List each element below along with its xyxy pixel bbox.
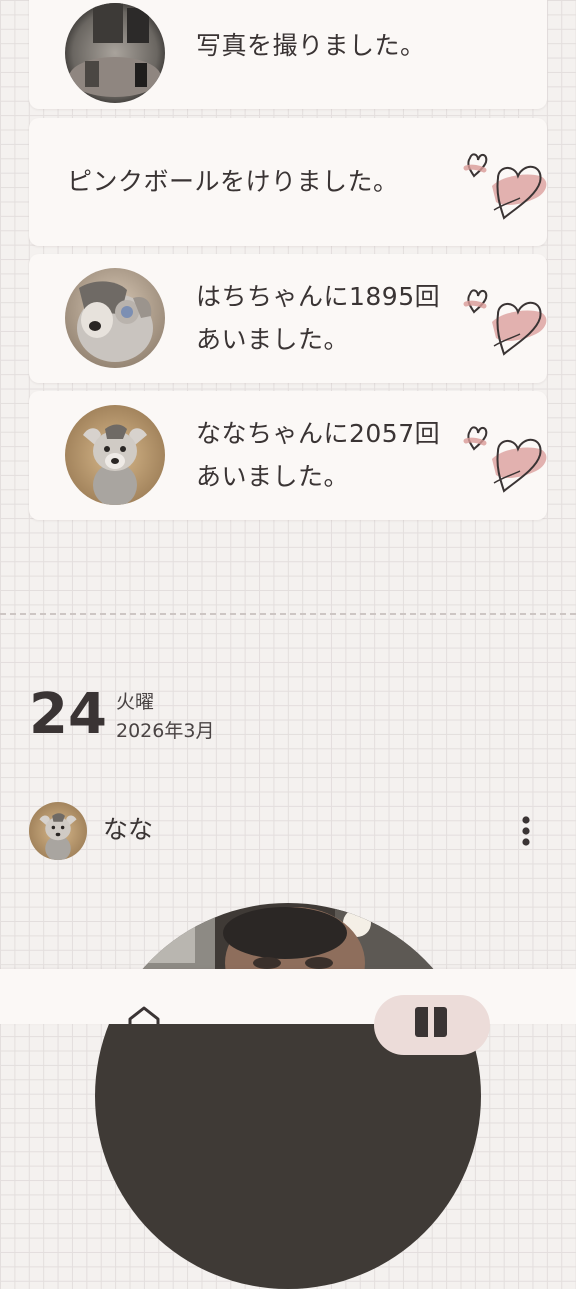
activity-card-ball[interactable]: ピンクボールをけりました。	[29, 118, 547, 246]
day-divider	[0, 613, 576, 615]
card-text: ピンクボールをけりました。	[67, 167, 399, 196]
card-text: 写真を撮りました。	[196, 31, 426, 60]
date-weekday: 火曜	[116, 691, 155, 713]
hearts-icon	[463, 289, 547, 356]
dog-avatar-hachi[interactable]	[65, 268, 165, 368]
nav-home-button[interactable]	[116, 969, 172, 1024]
author-avatar[interactable]	[29, 802, 87, 860]
more-options-button[interactable]	[510, 810, 542, 852]
date-month: 2026年3月	[116, 720, 215, 742]
activity-card-hachi[interactable]: はちちゃんに1895回 あいました。	[29, 254, 547, 383]
activity-card-photo[interactable]: 写真を撮りました。	[29, 0, 547, 109]
nav-diary-button[interactable]	[374, 995, 490, 1055]
dog-avatar-nana[interactable]	[65, 405, 165, 505]
card-text: はちちゃんに1895回 あいました。	[196, 282, 441, 354]
photo-thumbnail[interactable]	[65, 3, 165, 103]
home-icon	[128, 1006, 160, 1024]
author-name: なな	[103, 815, 154, 844]
card-text: ななちゃんに2057回 あいました。	[196, 419, 441, 491]
more-vertical-icon	[522, 816, 530, 846]
date-day: 24	[29, 682, 107, 747]
diary-icon	[415, 1007, 447, 1037]
hearts-icon	[463, 426, 547, 493]
bottom-navigation	[0, 969, 576, 1055]
post-photo[interactable]	[95, 903, 481, 1289]
activity-card-nana[interactable]: ななちゃんに2057回 あいました。	[29, 391, 547, 520]
hearts-icon	[463, 153, 547, 220]
